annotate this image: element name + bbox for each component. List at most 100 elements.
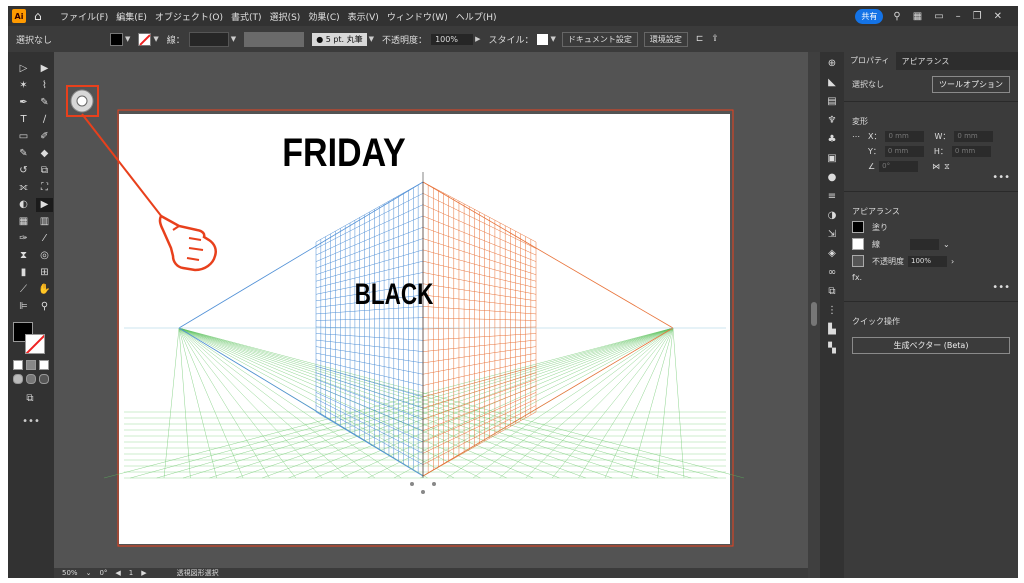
preferences-button[interactable]: 環境設定	[643, 31, 688, 47]
eyedropper-tool-icon[interactable]: ✑	[15, 232, 32, 246]
eraser-tool-icon[interactable]: ◆	[36, 147, 53, 161]
grid-handle-right[interactable]	[432, 482, 436, 486]
canvas-area[interactable]: FRIDAY BLACK	[54, 52, 808, 568]
stroke-color-swatch[interactable]	[25, 334, 45, 354]
more-options-icon[interactable]: •••	[844, 282, 1018, 293]
rotate-tool-icon[interactable]: ↺	[15, 164, 32, 178]
blend-tool-icon[interactable]: ⧗	[15, 249, 32, 263]
chevron-down-icon[interactable]: ▼	[125, 35, 130, 43]
stroke-weight-input[interactable]	[910, 238, 939, 250]
column-graph-tool-icon[interactable]: ▮	[15, 266, 32, 280]
artboards-icon[interactable]: ⧉	[820, 285, 844, 299]
none-icon[interactable]	[39, 360, 49, 370]
fill-swatch[interactable]	[110, 32, 123, 46]
properties-panel-icon[interactable]: ⊕	[820, 57, 844, 71]
generate-vector-button[interactable]: 生成ベクター (Beta)	[852, 337, 1010, 354]
y-input[interactable]: 0 mm	[884, 146, 924, 157]
more-options-icon[interactable]: •••	[844, 172, 1018, 183]
menu-window[interactable]: ウィンドウ(W)	[387, 10, 448, 23]
free-transform-tool-icon[interactable]: ⛶	[36, 181, 53, 195]
menu-select[interactable]: 選択(S)	[270, 10, 301, 23]
toggle-edit-toolbar-icon[interactable]: ⊫	[15, 300, 32, 314]
align-panel-icon[interactable]: ⋮	[820, 304, 844, 318]
menu-edit[interactable]: 編集(E)	[116, 10, 147, 23]
flip-horizontal-icon[interactable]: ⋈	[932, 162, 940, 171]
x-input[interactable]: 0 mm	[885, 131, 925, 142]
stroke-swatch[interactable]	[138, 32, 152, 46]
tab-appearance[interactable]: アピアランス	[896, 56, 956, 67]
shape-builder-tool-icon[interactable]: ◐	[15, 198, 32, 212]
restore-icon[interactable]: ❐	[973, 11, 982, 22]
libraries-icon[interactable]: ▤	[820, 95, 844, 109]
direct-selection-tool-icon[interactable]: ▶	[36, 62, 53, 76]
chevron-down-icon[interactable]: ▼	[153, 35, 158, 43]
curvature-tool-icon[interactable]: ✎	[36, 96, 53, 110]
perspective-selection-tool-icon[interactable]: ▶	[36, 198, 53, 212]
gradient-icon[interactable]	[26, 360, 36, 370]
friday-title[interactable]: FRIDAY	[282, 129, 406, 174]
color-icon[interactable]: ●	[820, 171, 844, 185]
menu-help[interactable]: ヘルプ(H)	[456, 10, 497, 23]
recolor-icon[interactable]: ⇪	[711, 34, 719, 44]
flip-vertical-icon[interactable]: ⧖	[944, 162, 950, 172]
line-tool-icon[interactable]: ∕	[36, 113, 53, 127]
search-icon[interactable]: ⚲	[893, 11, 900, 22]
arrange-documents-icon[interactable]: ▦	[913, 11, 922, 22]
draw-inside-icon[interactable]	[39, 374, 49, 384]
fill-label[interactable]: 塗り	[872, 222, 888, 233]
stroke-weight-input[interactable]	[188, 31, 229, 47]
menu-view[interactable]: 表示(V)	[348, 10, 379, 23]
prev-artboard-icon[interactable]: ◀	[115, 569, 120, 577]
brush-definition[interactable]: ● 5 pt. 丸筆	[312, 32, 367, 46]
width-tool-icon[interactable]: ⟗	[15, 181, 32, 195]
chevron-down-icon[interactable]: ⌄	[943, 240, 950, 249]
menu-effect[interactable]: 効果(C)	[308, 10, 339, 23]
symbol-sprayer-tool-icon[interactable]: ◎	[36, 249, 53, 263]
artboard-number[interactable]: 1	[129, 569, 133, 577]
fill-stroke-control[interactable]	[13, 322, 49, 356]
opacity-input[interactable]: 100%	[431, 33, 474, 45]
share-button[interactable]: 共有	[855, 8, 884, 24]
transparency-icon[interactable]: ◑	[820, 209, 844, 223]
pen-tool-icon[interactable]: ✒	[15, 96, 32, 110]
rotate-input[interactable]: 0°	[879, 161, 919, 172]
chevron-down-icon[interactable]: ▼	[231, 35, 236, 43]
opacity-label[interactable]: 不透明度	[872, 256, 904, 267]
workspace-icon[interactable]: ▭	[934, 11, 943, 22]
tab-properties[interactable]: プロパティ	[844, 52, 896, 70]
screen-mode-icon[interactable]: ⧉	[20, 392, 40, 406]
stroke-swatch[interactable]	[852, 238, 864, 250]
scrollbar-thumb[interactable]	[811, 302, 817, 326]
layers-icon[interactable]: ◣	[820, 76, 844, 90]
home-icon[interactable]: ⌂	[34, 9, 48, 23]
chevron-down-icon[interactable]: ▼	[550, 35, 555, 43]
zoom-tool-icon[interactable]: ⚲	[36, 300, 53, 314]
h-input[interactable]: 0 mm	[951, 146, 991, 157]
color-guide-icon[interactable]: ▣	[820, 152, 844, 166]
slice-tool-icon[interactable]: ⟋	[15, 283, 32, 297]
draw-behind-icon[interactable]	[26, 374, 36, 384]
black-subtitle[interactable]: BLACK	[355, 277, 434, 311]
draw-normal-icon[interactable]	[13, 374, 23, 384]
symbols-icon[interactable]: ♣	[820, 133, 844, 147]
more-tools-icon[interactable]: •••	[8, 416, 54, 427]
magic-wand-tool-icon[interactable]: ✶	[15, 79, 32, 93]
close-icon[interactable]: ✕	[994, 11, 1002, 22]
align-icon[interactable]: ⊏	[696, 34, 704, 44]
export-icon[interactable]: ⇲	[820, 228, 844, 242]
menu-file[interactable]: ファイル(F)	[60, 10, 108, 23]
layers-stack-icon[interactable]: ◈	[820, 247, 844, 261]
fx-button[interactable]: fx.	[852, 273, 862, 282]
chevron-right-icon[interactable]: ▶	[475, 35, 480, 43]
stroke-label[interactable]: 線	[872, 239, 880, 250]
gradient-tool-icon[interactable]: ▥	[36, 215, 53, 229]
artboard-tool-icon[interactable]: ⊞	[36, 266, 53, 280]
lasso-tool-icon[interactable]: ⌇	[36, 79, 53, 93]
links-icon[interactable]: ∞	[820, 266, 844, 280]
stroke-panel-icon[interactable]: ≡	[820, 190, 844, 204]
zoom-level[interactable]: 50%	[62, 569, 78, 577]
minimize-icon[interactable]: –	[956, 11, 961, 22]
paintbrush-tool-icon[interactable]: ✐	[36, 130, 53, 144]
fill-swatch[interactable]	[852, 221, 864, 233]
document-settings-button[interactable]: ドキュメント設定	[561, 31, 638, 47]
